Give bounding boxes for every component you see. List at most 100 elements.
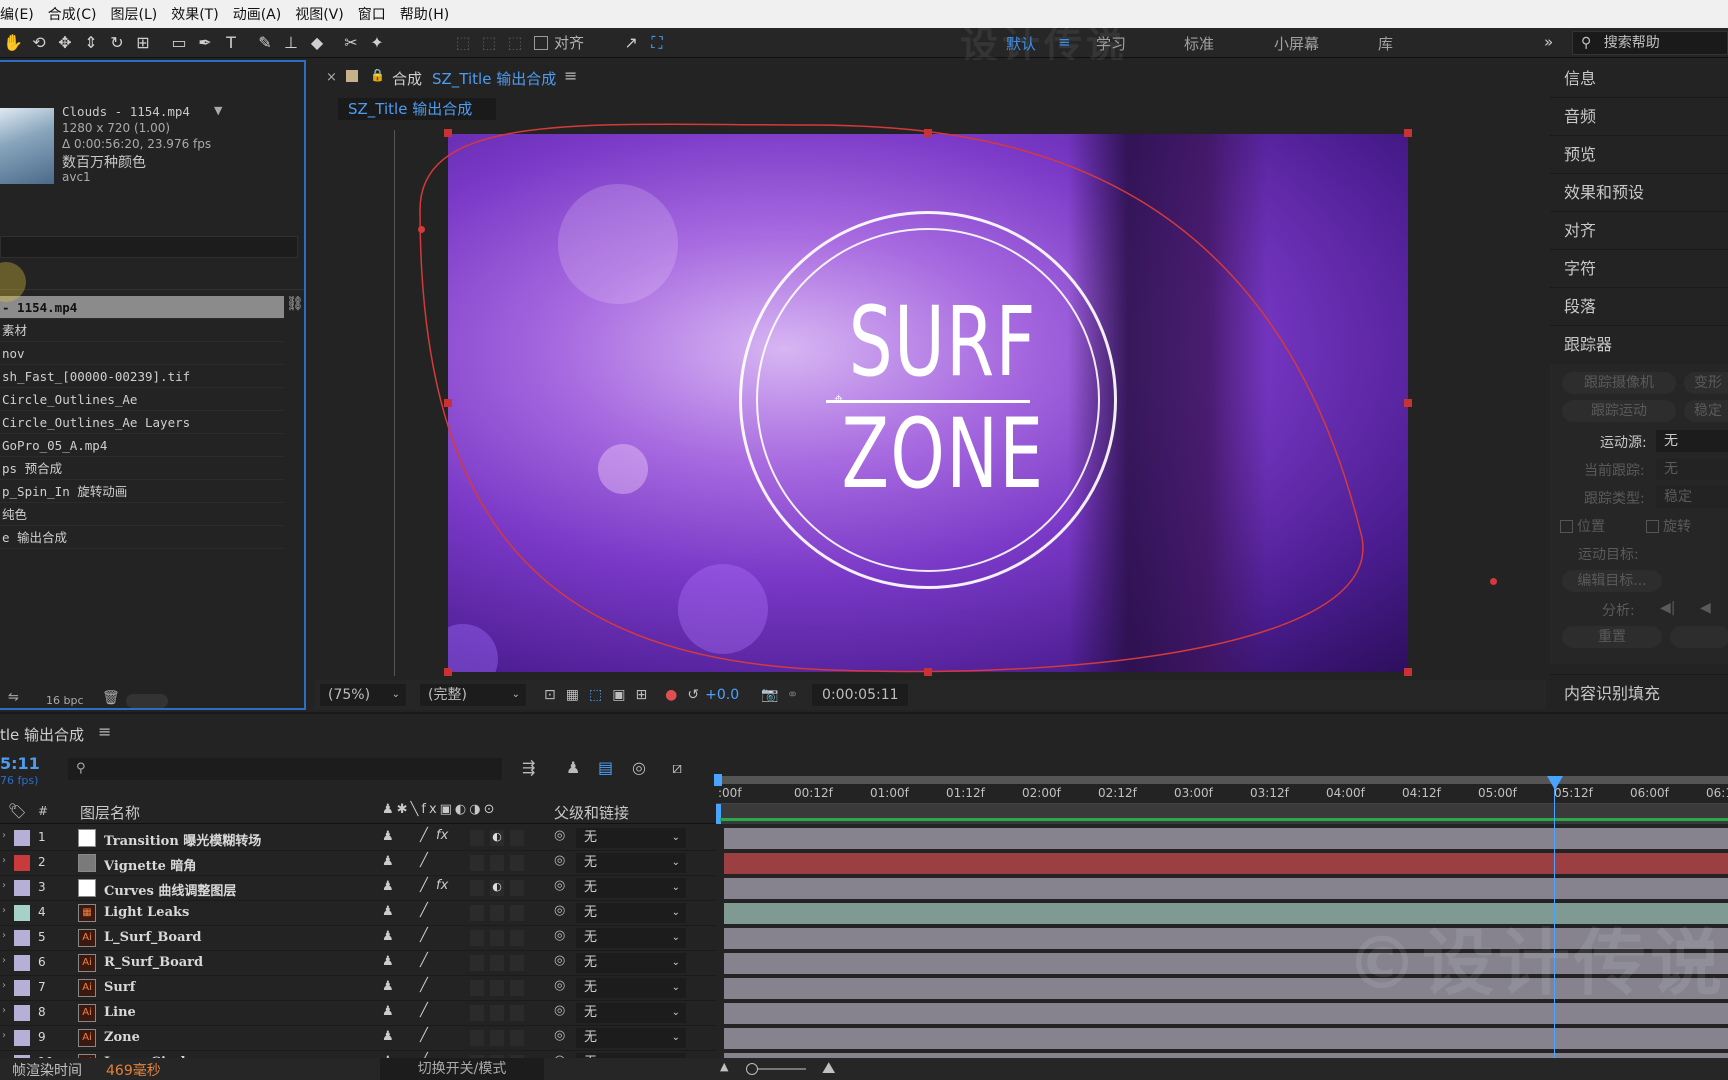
expand-arrow-icon[interactable]: ›	[2, 905, 6, 916]
switch-box[interactable]: ◐	[490, 880, 504, 896]
switch-box[interactable]	[510, 905, 524, 921]
layer-name[interactable]: Vignette 暗角	[104, 855, 196, 874]
timeline-menu-icon[interactable]: ≡	[98, 722, 111, 741]
shy-switch-icon[interactable]: ♟	[382, 829, 394, 844]
layer-duration-bar[interactable]	[724, 828, 1728, 849]
track-motion-button[interactable]: 跟踪运动	[1562, 400, 1676, 422]
switch-box[interactable]: ◐	[490, 830, 504, 846]
mask-vertex-bottom-left[interactable]	[444, 668, 452, 676]
switch-box[interactable]	[510, 880, 524, 896]
switch-box[interactable]	[470, 930, 484, 946]
pickwhip-icon[interactable]: ◎	[554, 853, 565, 868]
switch-box[interactable]	[510, 1005, 524, 1021]
menu-item[interactable]: 编(E)	[0, 4, 34, 24]
reset-button[interactable]: 重置	[1562, 626, 1662, 648]
current-time[interactable]: 5:11	[0, 754, 40, 773]
layer-duration-bar[interactable]	[724, 1028, 1728, 1049]
project-item[interactable]: Circle_Outlines_Ae	[0, 388, 284, 411]
parent-select[interactable]: 无⌄	[576, 953, 686, 973]
safe-zone-icon[interactable]: ▣	[612, 687, 625, 703]
parent-select[interactable]: 无⌄	[576, 1003, 686, 1023]
panel-preview[interactable]: 预览	[1550, 136, 1728, 174]
fx-switch-icon[interactable]: fx	[436, 828, 448, 843]
pickwhip-icon[interactable]: ◎	[554, 1003, 565, 1018]
layer-row[interactable]: › 7 Ai Surf ♟ ╱ ◎ 无 ⌄	[0, 976, 716, 1001]
shy-switch-icon[interactable]: ♟	[382, 1029, 394, 1044]
workspace-small-screen[interactable]: 小屏幕	[1274, 33, 1319, 54]
layer-name[interactable]: Line	[104, 1005, 136, 1020]
panel-effects-presets[interactable]: 效果和预设	[1550, 174, 1728, 212]
frame-blend-icon[interactable]: ▤	[598, 758, 613, 777]
layer-row[interactable]: › 3 Curves 曲线调整图层 ♟ ╱ fx ◐ ◎ 无 ⌄	[0, 876, 716, 901]
fx-switch-icon[interactable]: fx	[436, 878, 448, 893]
mask-vertex-top-right[interactable]	[1404, 129, 1412, 137]
layer-name[interactable]: Zone	[104, 1030, 140, 1045]
bpc-label[interactable]: 16 bpc	[46, 694, 84, 707]
quality-switch-icon[interactable]: ╱	[420, 1003, 428, 1018]
work-area-start-handle[interactable]	[714, 774, 722, 786]
shy-switch-icon[interactable]: ♟	[382, 904, 394, 919]
current-time-display[interactable]: 0:00:05:11	[812, 684, 909, 706]
layer-row[interactable]: › 8 Ai Line ♟ ╱ ◎ 无 ⌄	[0, 1001, 716, 1026]
snapshot-icon[interactable]: 📷	[761, 687, 778, 703]
current-track-select[interactable]: 无	[1656, 458, 1728, 480]
label-color-swatch[interactable]	[14, 855, 30, 871]
layer-row[interactable]: › 9 Ai Zone ♟ ╱ ◎ 无 ⌄	[0, 1026, 716, 1051]
toggle-switches-button[interactable]: 切换开关/模式	[380, 1058, 544, 1080]
zoom-in-icon[interactable]: ⛰	[822, 1058, 835, 1078]
flowchart-icon[interactable]: ⛓	[286, 296, 304, 312]
panel-content-aware-fill[interactable]: 内容识别填充	[1550, 674, 1728, 712]
project-item[interactable]: 纯色	[0, 503, 284, 526]
mask-vertex-mid-left[interactable]	[444, 399, 452, 407]
menu-item[interactable]: 窗口	[358, 4, 386, 24]
rectangle-icon[interactable]: ▭	[166, 31, 192, 55]
time-ruler[interactable]: :00f 00:12f 01:00f 01:12f 02:00f 02:12f 03:00f…	[716, 764, 1728, 804]
switch-box[interactable]	[490, 980, 504, 996]
project-item[interactable]: GoPro_05_A.mp4	[0, 434, 284, 457]
panel-align[interactable]: 对齐	[1550, 212, 1728, 250]
col-layer-name[interactable]: 图层名称	[80, 802, 140, 823]
panel-info[interactable]: 信息	[1550, 60, 1728, 98]
layer-row[interactable]: › 1 Transition 曝光模糊转场 ♟ ╱ fx ◐ ◎ 无 ⌄	[0, 826, 716, 851]
mask-vertex-top-mid[interactable]	[924, 129, 932, 137]
workspace-standard[interactable]: 标准	[1184, 33, 1214, 54]
project-search-input[interactable]	[0, 236, 298, 258]
brush-icon[interactable]: ✎	[252, 31, 278, 55]
region-icon[interactable]: ⊡	[544, 687, 556, 703]
switch-box[interactable]	[470, 1030, 484, 1046]
switch-box[interactable]	[510, 980, 524, 996]
quality-switch-icon[interactable]: ╱	[420, 878, 428, 893]
project-item[interactable]: nov	[0, 342, 284, 365]
layer-name[interactable]: Transition 曝光模糊转场	[104, 830, 261, 849]
comp-flowchart-icon[interactable]: ⇶	[522, 758, 535, 777]
mask-point-left[interactable]	[418, 226, 425, 233]
shy-switch-icon[interactable]: ♟	[382, 854, 394, 869]
pen-icon[interactable]: ✒	[192, 31, 218, 55]
pickwhip-icon[interactable]: ◎	[554, 928, 565, 943]
quality-switch-icon[interactable]: ╱	[420, 903, 428, 918]
panel-audio[interactable]: 音频	[1550, 98, 1728, 136]
menu-item[interactable]: 图层(L)	[110, 4, 157, 24]
show-snapshot-icon[interactable]: ⚭	[787, 687, 799, 703]
menu-item[interactable]: 帮助(H)	[400, 4, 449, 24]
expand-arrow-icon[interactable]: ›	[2, 880, 6, 891]
pickwhip-icon[interactable]: ◎	[554, 1028, 565, 1043]
parent-select[interactable]: 无⌄	[576, 928, 686, 948]
switch-box[interactable]	[490, 955, 504, 971]
analyze-back-frame-icon[interactable]: ◀	[1700, 600, 1711, 616]
project-item[interactable]: 素材	[0, 319, 284, 342]
anchor-icon[interactable]: ⊞	[130, 31, 156, 55]
dolly-icon[interactable]: ⇕	[78, 31, 104, 55]
help-search[interactable]: ⚲ 搜索帮助	[1572, 31, 1728, 55]
switch-box[interactable]	[510, 955, 524, 971]
switch-box[interactable]	[470, 1005, 484, 1021]
analyze-back-icon[interactable]: ◀|	[1660, 600, 1675, 616]
stamp-icon[interactable]: ⊥	[278, 31, 304, 55]
label-color-swatch[interactable]	[14, 1005, 30, 1021]
menu-item[interactable]: 动画(A)	[233, 4, 282, 24]
switch-box[interactable]	[490, 905, 504, 921]
zoom-select[interactable]: (75%) ⌄	[320, 684, 406, 706]
motion-source-select[interactable]: 无	[1656, 430, 1728, 452]
rotation-checkbox[interactable]: 旋转	[1646, 516, 1691, 536]
panel-tracker[interactable]: 跟踪器	[1550, 326, 1728, 364]
